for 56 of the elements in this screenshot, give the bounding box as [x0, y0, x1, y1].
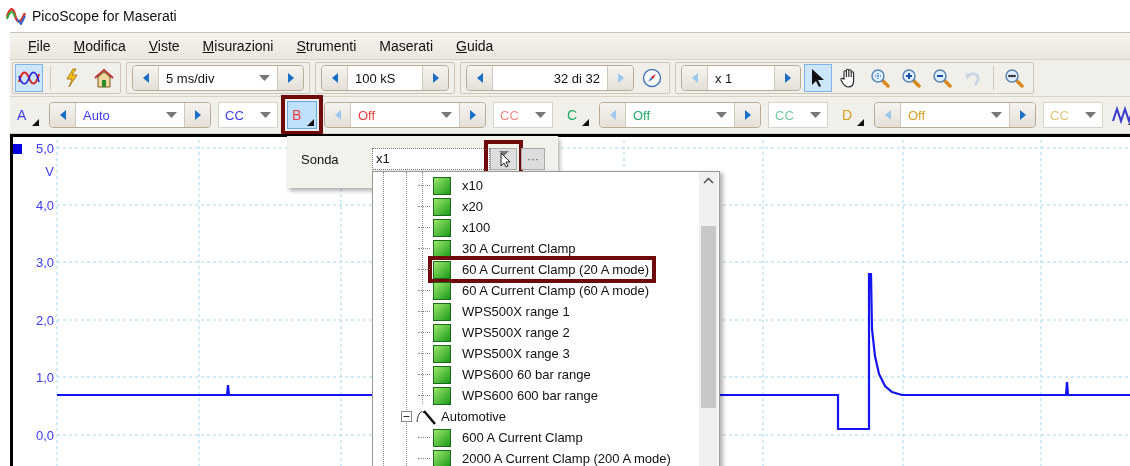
- tree-item[interactable]: x100: [431, 217, 495, 238]
- pointer-tool-button[interactable]: [804, 64, 832, 92]
- pointer-icon: [810, 68, 826, 88]
- tree-item[interactable]: WPS600 600 bar range: [431, 385, 602, 406]
- tree-item[interactable]: 30 A Current Clamp: [431, 238, 580, 259]
- tree-item[interactable]: x20: [431, 196, 487, 217]
- probe-label: Sonda: [301, 152, 339, 167]
- tree-group[interactable]: Automotive: [441, 409, 507, 424]
- menu-item[interactable]: File: [26, 38, 62, 54]
- caret-icon: [260, 112, 271, 118]
- tree-item[interactable]: 60 A Current Clamp (60 A mode): [431, 280, 654, 301]
- axis-label: 3,0: [35, 255, 54, 270]
- zoom-in-icon: [901, 68, 921, 88]
- axis-label: 4,0: [35, 198, 54, 213]
- collapse-icon[interactable]: [401, 411, 412, 422]
- tree-item[interactable]: WPS500X range 2: [431, 322, 574, 343]
- app-icon: [6, 7, 26, 25]
- window-title: PicoScope for Maserati: [32, 8, 177, 24]
- unit-label: V: [45, 164, 54, 179]
- zoom-fit-icon: [870, 68, 890, 88]
- scope-mode-button[interactable]: [15, 64, 43, 92]
- compass-icon: [642, 68, 662, 88]
- zigzag-icon: [1112, 105, 1130, 125]
- dropdown-button[interactable]: [490, 148, 517, 170]
- tree-item[interactable]: 60 A Current Clamp (20 A mode): [431, 259, 654, 280]
- menu-item[interactable]: Strumenti: [294, 38, 368, 54]
- zoom-out-icon: [932, 68, 952, 88]
- caret-icon: [535, 112, 546, 118]
- scrollbar[interactable]: [699, 172, 718, 466]
- menu-item[interactable]: Modifica: [71, 38, 137, 54]
- caret-icon: [810, 112, 821, 118]
- tree-item[interactable]: x10: [431, 175, 487, 196]
- tree-item[interactable]: 2000 A Current Clamp (200 A mode): [431, 448, 675, 466]
- channel-marker: [13, 144, 22, 154]
- coupling-dropdown[interactable]: CC: [218, 102, 278, 128]
- scroll-up-icon[interactable]: [703, 177, 714, 184]
- tree-item[interactable]: WPS500X range 1: [431, 301, 574, 322]
- more-button[interactable]: ···: [521, 148, 545, 170]
- house-icon: [93, 68, 115, 88]
- waveform-icon: [18, 70, 40, 86]
- tree-item[interactable]: 600 A Current Clamp: [431, 427, 587, 448]
- menu-item[interactable]: Viste: [146, 38, 191, 54]
- lightning-icon: [64, 68, 80, 88]
- tree-item[interactable]: WPS500X range 3: [431, 343, 574, 364]
- axis-label: 2,0: [35, 313, 54, 328]
- menu-item[interactable]: Misurazioni: [200, 38, 285, 54]
- zoom-full-icon: [1004, 68, 1024, 88]
- probe-field[interactable]: x1: [372, 148, 490, 170]
- axis-label: 5,0: [35, 141, 54, 156]
- tree-item[interactable]: WPS600 60 bar range: [431, 364, 595, 385]
- channel-button[interactable]: A: [12, 101, 42, 129]
- menu-item[interactable]: Maserati: [377, 38, 445, 54]
- menu-item[interactable]: Guida: [454, 38, 505, 54]
- axis-label: 0,0: [35, 428, 54, 443]
- caret-icon: [1085, 112, 1096, 118]
- axis-label: 1,0: [35, 370, 54, 385]
